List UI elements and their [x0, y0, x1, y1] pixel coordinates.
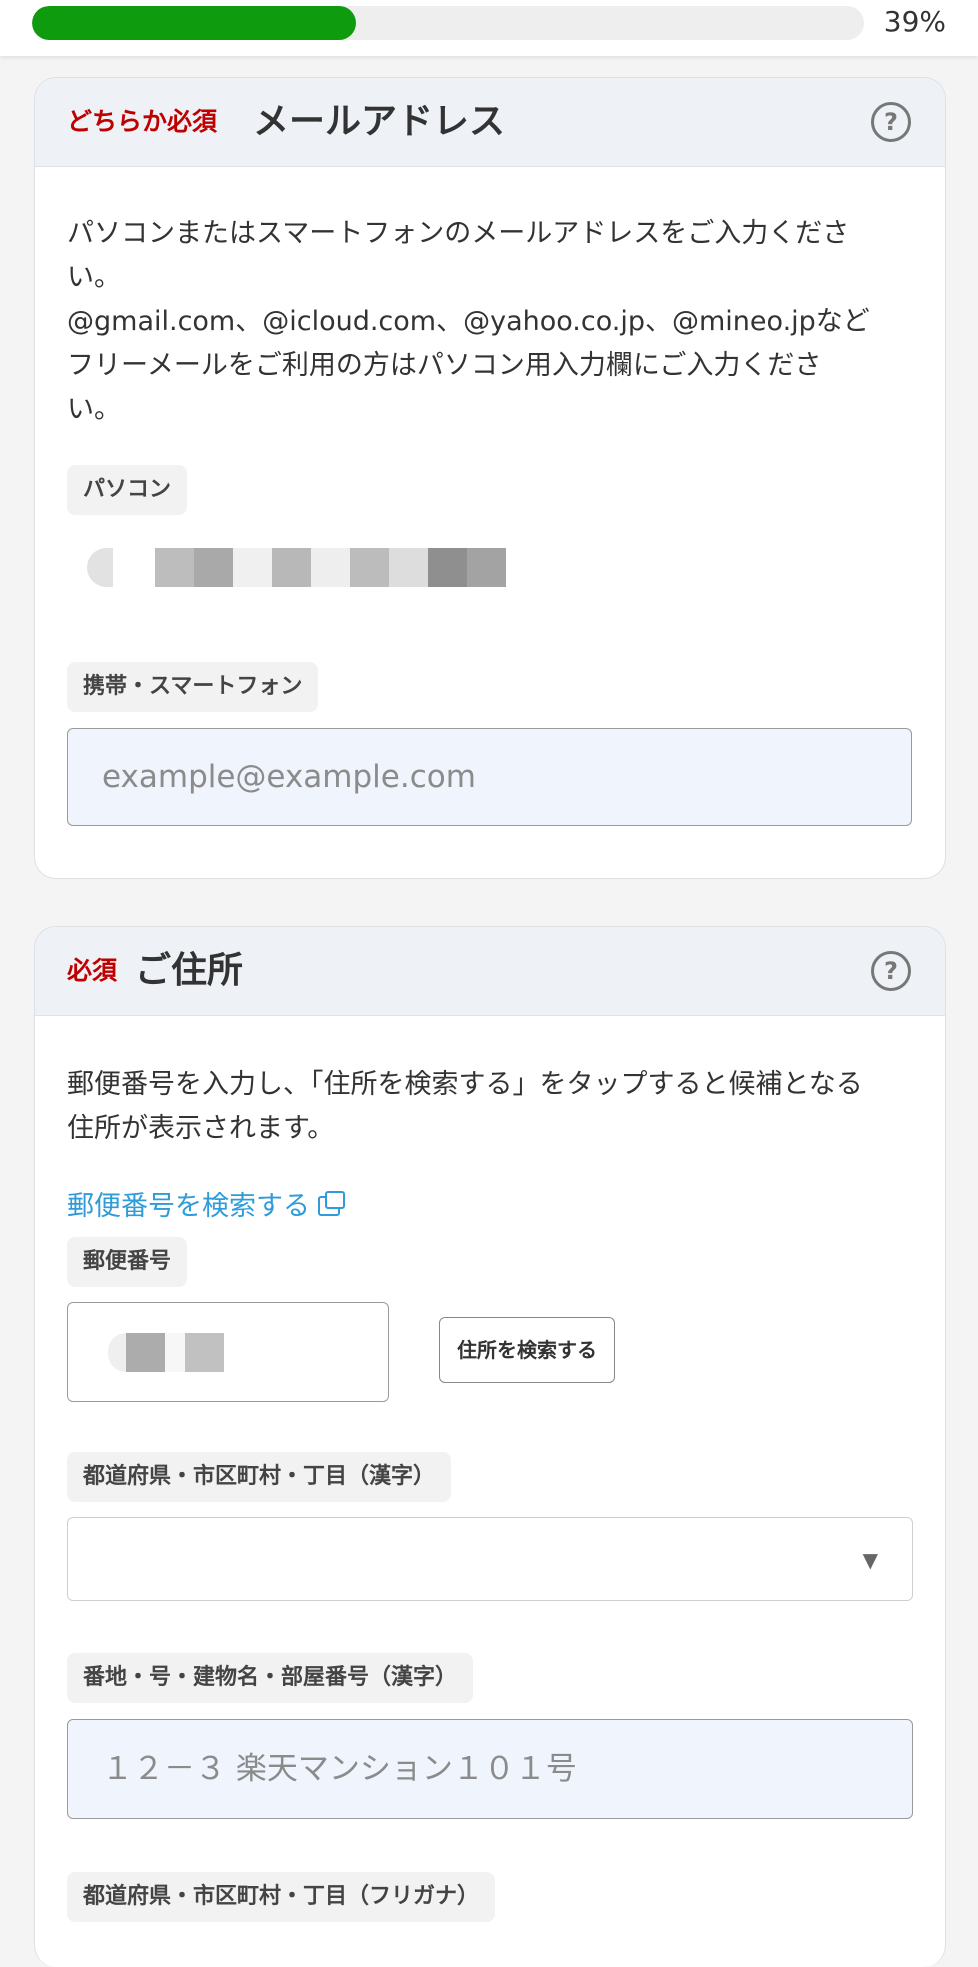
desc-line: い。 [67, 262, 121, 293]
desc-line: @gmail.com、@icloud.com、@yahoo.co.jp、@min… [67, 306, 870, 337]
mobile-email-placeholder: example@example.com [102, 759, 476, 795]
mobile-email-input[interactable]: example@example.com [67, 728, 912, 826]
street-input[interactable]: １２－３ 楽天マンション１０１号 [67, 1719, 913, 1819]
postal-code-input[interactable] [67, 1302, 389, 1402]
address-card: 必須 ご住所 ? 郵便番号を入力し、「住所を検索する」をタップすると候補となる … [34, 926, 946, 1967]
desc-line: 住所が表示されます。 [67, 1113, 335, 1144]
question-circle-icon[interactable]: ? [871, 102, 911, 142]
chevron-down-icon: ▼ [862, 1548, 878, 1572]
mobile-email-label: 携帯・スマートフォン [67, 662, 319, 712]
street-label: 番地・号・建物名・部屋番号（漢字） [67, 1653, 474, 1703]
progress-header: 39% [0, 0, 978, 56]
postal-code-label: 郵便番号 [67, 1237, 188, 1287]
prefecture-city-kana-label: 都道府県・市区町村・丁目（フリガナ） [67, 1872, 496, 1922]
required-badge: 必須 [67, 956, 118, 985]
progress-bar [32, 6, 864, 40]
question-circle-icon[interactable]: ? [871, 951, 911, 991]
email-card-header: どちらか必須 メールアドレス ? [35, 78, 945, 167]
address-description: 郵便番号を入力し、「住所を検索する」をタップすると候補となる 住所が表示されます… [67, 1063, 863, 1151]
pc-email-value-masked[interactable] [87, 548, 506, 587]
email-card: どちらか必須 メールアドレス ? パソコンまたはスマートフォンのメールアドレスを… [34, 77, 946, 879]
postal-search-link[interactable]: 郵便番号を検索する [67, 1187, 345, 1227]
section-title: メールアドレス [253, 101, 506, 142]
desc-line: 郵便番号を入力し、「住所を検索する」をタップすると候補となる [67, 1069, 863, 1100]
prefecture-city-label: 都道府県・市区町村・丁目（漢字） [67, 1452, 452, 1502]
street-placeholder: １２－３ 楽天マンション１０１号 [102, 1751, 577, 1787]
section-title: ご住所 [135, 950, 244, 991]
desc-line: い。 [67, 394, 121, 425]
email-description: パソコンまたはスマートフォンのメールアドレスをご入力くださ い。 @gmail.… [67, 212, 870, 432]
required-badge: どちらか必須 [67, 107, 218, 136]
desc-line: フリーメールをご利用の方はパソコン用入力欄にご入力くださ [67, 350, 822, 381]
progress-percent: 39% [883, 5, 946, 38]
prefecture-city-select[interactable]: ▼ [67, 1517, 913, 1601]
postal-code-value-masked [108, 1333, 224, 1372]
pc-email-label: パソコン [67, 465, 188, 515]
external-link-icon [318, 1191, 345, 1216]
postal-search-link-text: 郵便番号を検索する [67, 1191, 310, 1222]
progress-fill [32, 6, 357, 40]
desc-line: パソコンまたはスマートフォンのメールアドレスをご入力くださ [67, 218, 850, 249]
address-search-button[interactable]: 住所を検索する [439, 1317, 615, 1383]
address-card-header: 必須 ご住所 ? [35, 927, 945, 1016]
